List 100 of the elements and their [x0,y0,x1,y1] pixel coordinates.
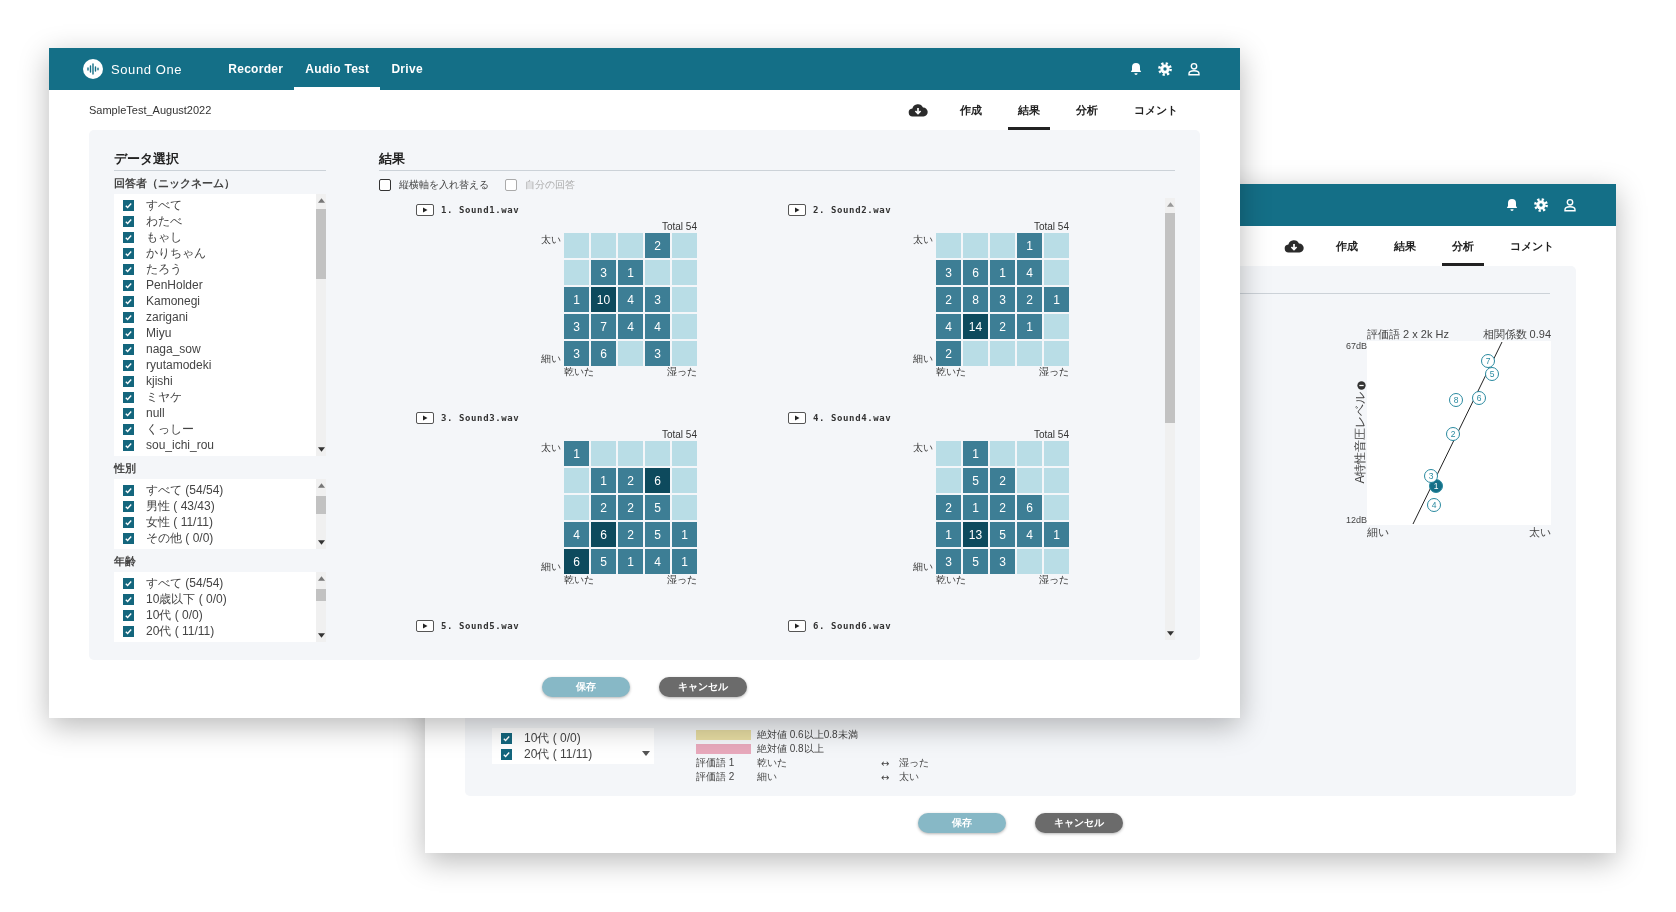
total-label: Total 54 [661,429,697,441]
option-label: 10代 ( 0/0) [146,606,203,624]
double-arrow: ↔ [881,771,891,783]
heatmap-cell: 2 [618,468,643,493]
heatmap-cell: 1 [1044,287,1069,312]
term-word: 湿った [899,756,929,770]
heatmap-cell: 6 [1017,495,1042,520]
option-label: 自分の回答 [525,178,575,192]
heatmap-cell: 1 [564,287,589,312]
heatmap-cell: 4 [1017,522,1042,547]
axis-label: 太い [1529,525,1551,539]
option-label: 男性 ( 43/43) [146,497,215,515]
file-name: 6. Sound6.wav [813,621,892,631]
heatmap-cell: 1 [672,549,697,574]
heatmap-cell: 5 [645,495,670,520]
chart-title: 評価語 2 x 2k Hz [1367,327,1449,341]
heatmap-cell: 6 [591,341,616,366]
heatmap-cell: 10 [591,287,616,312]
heatmap-cell: 4 [618,314,643,339]
heatmap-cell: 2 [1017,287,1042,312]
tab[interactable]: 分析 [1066,90,1108,130]
heatmap-cell: 13 [963,522,988,547]
option-label: Kamonegi [146,294,201,308]
option-label: kjishi [146,374,173,388]
heatmap-cell: 14 [963,314,988,339]
axis-label: 細い [541,560,562,574]
heatmap-cell: 6 [963,260,988,285]
heatmap-cell: 1 [1017,314,1042,339]
tab[interactable]: コメント [1124,90,1188,130]
axis-label: 乾いた [564,574,594,586]
tab[interactable]: 作成 [950,90,992,130]
nav-item[interactable]: Drive [380,48,434,90]
option-label: 20代 ( 11/11) [146,622,215,640]
heatmap-cell: 1 [618,260,643,285]
term-name: 評価語 2 [696,770,736,784]
axis-label: 細い [1367,525,1389,539]
tab[interactable]: コメント [1500,226,1564,266]
double-arrow: ↔ [881,757,891,769]
option-label: 10代 ( 0/0) [524,729,581,747]
axis-title: A特性音圧レベル [1351,391,1368,484]
heatmap-cell: 5 [591,549,616,574]
heatmap-cell: 1 [1017,233,1042,258]
file-name: 3. Sound3.wav [441,413,520,423]
heatmap-cell: 1 [963,495,988,520]
nav-item[interactable]: Audio Test [294,48,381,90]
option-label: 10歳以下 ( 0/0) [146,590,227,608]
heatmap-cell: 3 [564,314,589,339]
heatmap-cell: 2 [591,495,616,520]
total-label: Total 54 [1033,221,1069,233]
action-button[interactable]: キャンセル [1035,813,1123,833]
heatmap-cell: 1 [1044,522,1069,547]
axis-label: 太い [913,441,934,455]
heatmap-cell: 5 [990,522,1015,547]
heatmap-cell: 4 [564,522,589,547]
nav-item[interactable]: Recorder [217,48,295,90]
heatmap-cell: 1 [936,522,961,547]
option-label: すべて (54/54) [146,481,224,499]
heatmap-cell: 1 [591,468,616,493]
option-label: naga_sow [146,342,201,356]
axis-label: 湿った [667,574,697,586]
heatmap-cell: 4 [1017,260,1042,285]
axis-label: 湿った [1039,366,1069,378]
option-label: かりちゃん [146,244,206,262]
test-name: SampleTest_August2022 [89,104,212,116]
option-label: PenHolder [146,278,203,292]
heatmap-cell: 1 [618,549,643,574]
option-label: たろう [146,260,182,278]
heatmap-cell: 2 [645,233,670,258]
heatmap-cell: 3 [990,287,1015,312]
option-label: 女性 ( 11/11) [146,513,213,531]
heatmap-cell: 3 [990,549,1015,574]
heatmap-cell: 2 [990,314,1015,339]
axis-label: 細い [541,352,562,366]
heatmap-cell: 5 [645,522,670,547]
file-name: 2. Sound2.wav [813,205,892,215]
option-label: その他 ( 0/0) [146,529,214,547]
axis-label: 太い [541,441,562,455]
axis-label: 太い [913,233,934,247]
tab[interactable]: 結果 [1384,226,1426,266]
option-label: すべて (54/54) [146,574,224,592]
heatmap-cell: 2 [618,522,643,547]
heatmap-cell: 6 [564,549,589,574]
option-label: ryutamodeki [146,358,212,372]
axis-tick-label: 12dB [1345,515,1367,525]
heatmap-cell: 8 [963,287,988,312]
heatmap-cell: 1 [990,260,1015,285]
heatmap-cell: 2 [936,495,961,520]
axis-tick-label: 67dB [1345,341,1367,351]
term-word: 太い [899,770,919,784]
axis-label: 乾いた [936,366,966,378]
app-name: Sound One [111,61,183,77]
heatmap-cell: 3 [645,287,670,312]
option-label: もゃし [146,228,182,246]
action-button[interactable]: キャンセル [659,677,747,697]
total-label: Total 54 [661,221,697,233]
term-word: 乾いた [757,756,788,770]
tab[interactable]: 作成 [1326,226,1368,266]
heatmap-cell: 5 [963,549,988,574]
term-word: 細い [757,770,778,784]
option-label: null [146,406,165,420]
